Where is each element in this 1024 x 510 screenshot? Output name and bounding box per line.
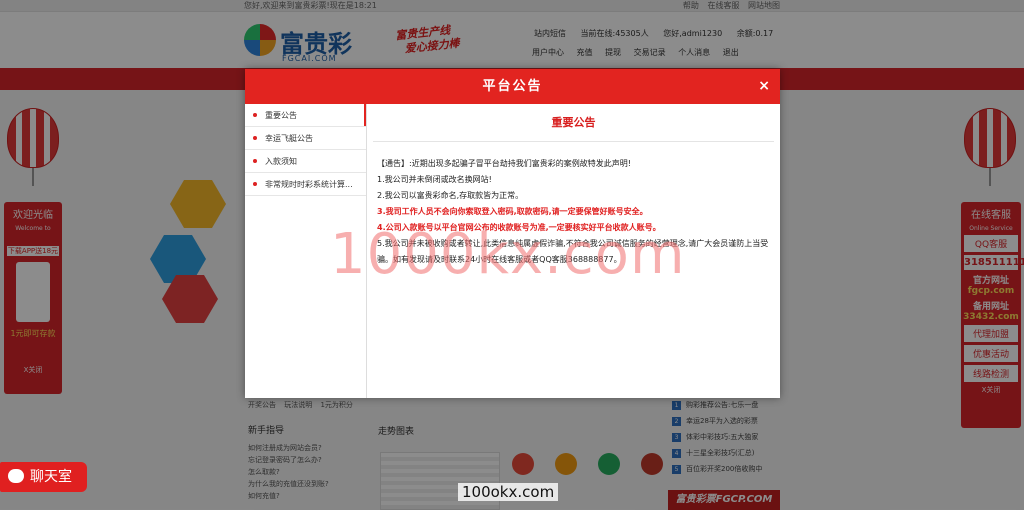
notice-line-warning: 4.公司入款账号以平台官网公布的收款账号为准,一定要核实好平台收款人账号。 <box>377 223 661 232</box>
nav-item-deposit-notes[interactable]: 入款须知 <box>245 150 366 173</box>
chat-room-label: 聊天室 <box>30 469 72 485</box>
announcement-modal: 平台公告 × 重要公告 幸运飞艇公告 入款须知 非常规时时彩系统计算... 重要… <box>245 69 780 398</box>
bullet-icon <box>253 112 257 117</box>
nav-item-lucky-airship[interactable]: 幸运飞艇公告 <box>245 127 366 150</box>
notice-line: 【通告】:近期出现多起骗子冒平台劫持我们富贵彩的案例故特发此声明! <box>377 159 631 168</box>
bullet-icon <box>253 158 257 163</box>
content-title: 重要公告 <box>373 104 774 142</box>
chat-room-button[interactable]: 聊天室 <box>0 462 87 492</box>
modal-header: 平台公告 × <box>245 69 780 104</box>
nav-item-label: 重要公告 <box>265 111 297 120</box>
chat-bubble-icon <box>8 469 24 483</box>
notice-line: 1.我公司并未倒闭或改名换网站! <box>377 175 492 184</box>
notice-line: 5.我公司并未被收购或者转让,此类信息纯属虚假诈骗,不符合我公司诚信服务的经营理… <box>377 239 769 264</box>
announcement-nav: 重要公告 幸运飞艇公告 入款须知 非常规时时彩系统计算... <box>245 104 367 398</box>
notice-line: 2.我公司以富贵彩命名,存取款皆为正常。 <box>377 191 524 200</box>
watermark-small: 100okx.com <box>458 483 559 501</box>
nav-item-system-calc[interactable]: 非常规时时彩系统计算... <box>245 173 366 196</box>
modal-title: 平台公告 <box>482 79 543 94</box>
notice-line-warning: 3.我司工作人员不会向你索取登入密码,取款密码,请一定要保管好账号安全。 <box>377 207 648 216</box>
notice-body: 【通告】:近期出现多起骗子冒平台劫持我们富贵彩的案例故特发此声明! 1.我公司并… <box>367 142 780 268</box>
nav-item-label: 入款须知 <box>265 157 297 166</box>
nav-item-important[interactable]: 重要公告 <box>245 104 366 127</box>
nav-item-label: 非常规时时彩系统计算... <box>265 180 353 189</box>
bullet-icon <box>253 181 257 186</box>
nav-item-label: 幸运飞艇公告 <box>265 134 313 143</box>
close-icon[interactable]: × <box>758 69 770 104</box>
bullet-icon <box>253 135 257 140</box>
announcement-content: 重要公告 【通告】:近期出现多起骗子冒平台劫持我们富贵彩的案例故特发此声明! 1… <box>367 104 780 398</box>
